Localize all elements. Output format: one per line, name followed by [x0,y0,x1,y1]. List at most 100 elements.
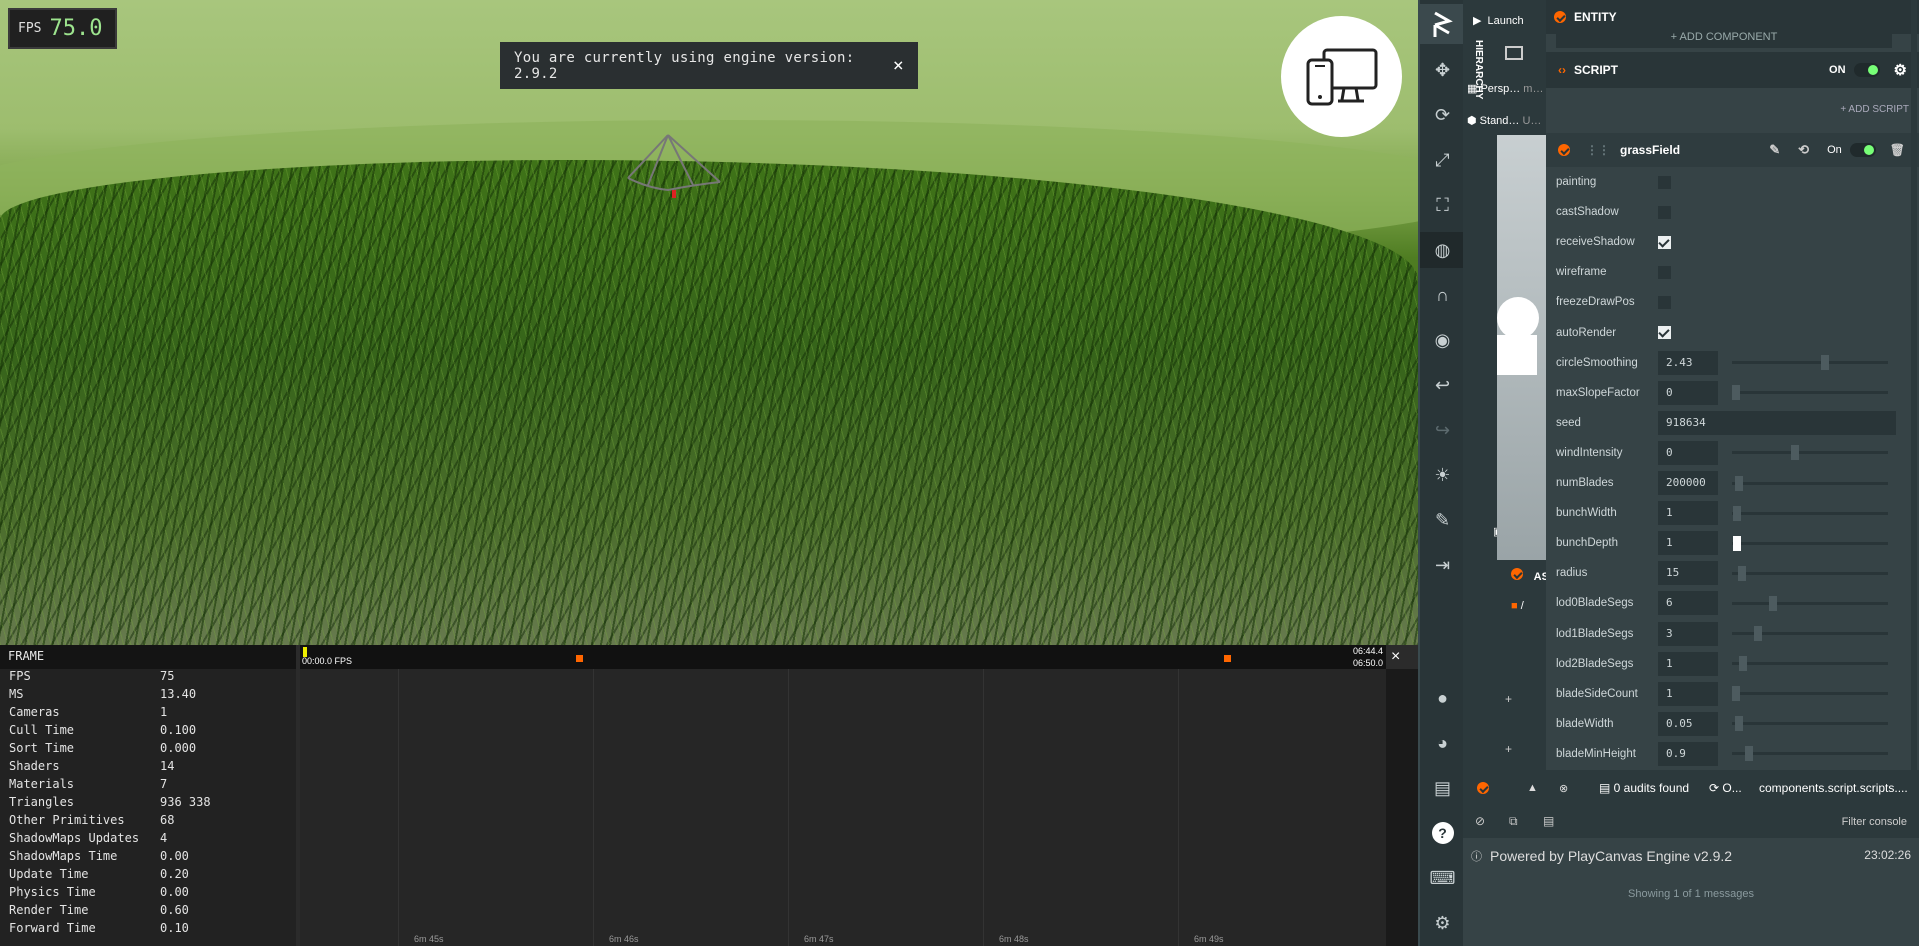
assets-tab[interactable]: AS [1511,568,1549,583]
parse-script-icon[interactable]: ⟲ [1798,142,1809,158]
collapse-icon[interactable] [1477,782,1489,794]
attribute-checkbox[interactable] [1658,205,1671,219]
profiler-scrollbar[interactable] [1386,669,1418,946]
attribute-checkbox[interactable] [1658,265,1671,279]
help-icon[interactable]: ? [1420,815,1465,851]
attribute-slider[interactable] [1732,385,1888,401]
feedback-icon[interactable]: ▤ [1420,770,1465,806]
collapse-icon[interactable] [1558,144,1570,156]
hierarchy-item[interactable]: ⬢ Stand… U… [1467,114,1541,127]
attribute-checkbox[interactable] [1658,235,1671,249]
error-icon[interactable]: ⊗ [1559,782,1568,795]
component-settings-icon[interactable]: ⚙ [1894,61,1907,79]
focus-eye-icon[interactable]: ◉ [1420,322,1465,358]
lightmapper-icon[interactable]: ☀ [1420,457,1465,493]
attribute-slider[interactable] [1732,746,1888,762]
log-icon[interactable]: ▤ [1543,814,1554,828]
publish-icon[interactable]: ⇥ [1420,547,1465,583]
attribute-number-field[interactable]: 2.43 [1658,350,1718,375]
slider-handle[interactable] [1732,686,1740,702]
settings-gear-icon[interactable]: ⚙ [1420,905,1465,941]
slider-handle[interactable] [1745,746,1753,762]
attribute-slider[interactable] [1732,355,1888,371]
attribute-number-field[interactable]: 1 [1658,501,1718,526]
undo-icon[interactable]: ↩ [1420,367,1465,403]
device-preview-button[interactable] [1281,16,1402,137]
attribute-checkbox[interactable] [1658,295,1671,309]
profiler-close-icon[interactable]: × [1391,648,1400,666]
playcanvas-logo-icon[interactable] [1420,4,1465,44]
attribute-number-field[interactable]: 200000 [1658,471,1718,495]
script-instance-toggle[interactable] [1849,143,1876,157]
scale-icon[interactable]: ⤢ [1420,142,1465,178]
attribute-number-field[interactable]: 0.9 [1658,741,1718,766]
clear-console-icon[interactable]: ⊘ [1475,814,1485,828]
attribute-slider[interactable] [1732,686,1888,702]
inspector-scrollbar[interactable] [1911,0,1917,770]
discord-icon[interactable]: ◕ [1420,725,1465,761]
slider-handle[interactable] [1791,445,1799,461]
github-icon[interactable]: ● [1420,680,1465,716]
toast-close-icon[interactable]: × [893,55,904,76]
audits-status[interactable]: ▤ 0 audits found [1599,781,1689,795]
hierarchy-item[interactable]: ▦ Persp… m… [1467,82,1543,95]
attribute-number-field[interactable]: 3 [1658,621,1718,646]
scene-viewport[interactable]: FPS 75.0 You are currently using engine … [0,0,1418,645]
attribute-number-field[interactable]: 0 [1658,440,1718,465]
filter-console-input[interactable]: Filter console [1842,816,1907,828]
slider-handle[interactable] [1735,716,1743,732]
slider-handle[interactable] [1735,475,1743,491]
attribute-number-field[interactable]: 1 [1658,681,1718,706]
attribute-slider[interactable] [1732,445,1888,461]
sync-status[interactable]: ⟳ O... [1709,781,1742,795]
expand-plus-icon[interactable]: + [1505,692,1512,706]
attribute-slider[interactable] [1732,656,1888,672]
delete-icon[interactable]: 🗑 [1890,143,1905,157]
slider-handle[interactable] [1733,505,1741,521]
attribute-number-field[interactable]: 6 [1658,591,1718,616]
attribute-number-field[interactable]: 15 [1658,561,1718,586]
assets-root-folder[interactable]: ■ / [1511,600,1524,612]
rotate-icon[interactable]: ⟳ [1420,97,1465,133]
redo-icon[interactable]: ↪ [1420,412,1465,448]
slider-handle[interactable] [1769,595,1777,611]
attribute-number-field[interactable]: 0.05 [1658,711,1718,736]
code-editor-icon[interactable]: ✎ [1420,502,1465,538]
attribute-slider[interactable] [1732,595,1888,611]
world-space-icon[interactable]: ◍ [1420,232,1465,268]
add-component-button[interactable]: + ADD COMPONENT [1556,26,1892,48]
copy-icon[interactable]: ⧉ [1509,814,1518,829]
slider-handle[interactable] [1821,355,1829,371]
attribute-slider[interactable] [1732,505,1888,521]
resize-icon[interactable]: ⛶ [1420,187,1465,223]
attribute-number-field[interactable]: 0 [1658,380,1718,405]
translate-icon[interactable]: ✥ [1420,52,1465,88]
slider-handle[interactable] [1754,626,1762,641]
attribute-number-field[interactable]: 1 [1658,651,1718,676]
attribute-slider[interactable] [1732,716,1888,732]
slider-handle[interactable] [1739,656,1747,672]
add-script-button[interactable]: + ADD SCRIPT [1840,104,1909,115]
slider-handle[interactable] [1732,385,1740,401]
warning-icon[interactable]: ▲ [1527,782,1538,794]
launch-button[interactable]: ▶ Launch [1473,14,1524,28]
attribute-number-field[interactable]: 1 [1658,531,1718,556]
attribute-slider[interactable] [1732,475,1888,491]
grid-icon[interactable] [1505,46,1523,60]
collapse-icon[interactable] [1554,11,1566,23]
attribute-slider[interactable] [1732,535,1888,551]
slider-handle[interactable] [1733,535,1741,551]
camera-gizmo[interactable] [618,130,728,210]
profiler-timeline[interactable]: 00:00.0 FPS 06:44.4 06:50.0 6m 45s 6m 46… [300,645,1386,946]
expand-plus-icon[interactable]: + [1505,742,1512,756]
drag-handle-icon[interactable]: ⋮⋮ [1586,143,1610,157]
attribute-checkbox[interactable] [1658,175,1671,189]
attribute-slider[interactable] [1732,626,1888,641]
attribute-text-field[interactable]: 918634 [1658,410,1896,435]
snap-magnet-icon[interactable]: ∩ [1420,277,1465,313]
attribute-slider[interactable] [1732,565,1888,581]
attribute-checkbox[interactable] [1658,326,1671,339]
script-enable-toggle[interactable] [1853,63,1880,77]
keyboard-shortcuts-icon[interactable]: ⌨ [1420,860,1465,896]
edit-script-icon[interactable]: ✎ [1769,142,1780,158]
